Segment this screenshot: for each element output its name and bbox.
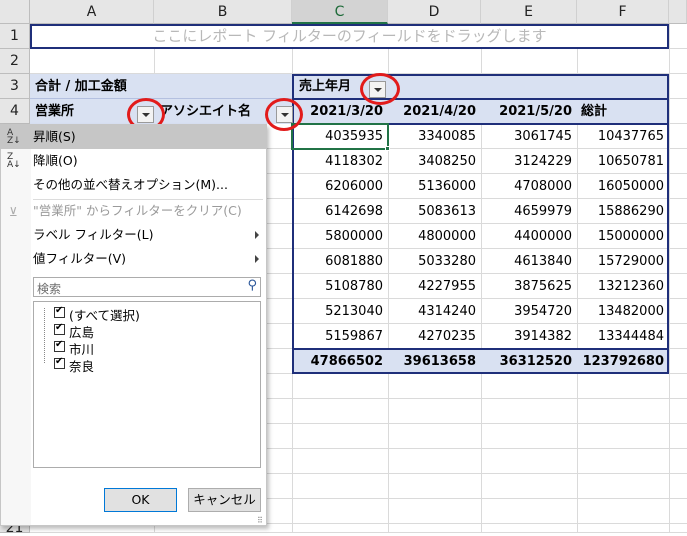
- pivot-col-header-total[interactable]: 総計: [577, 99, 669, 124]
- checkbox-checked-icon[interactable]: [54, 356, 65, 369]
- pivot-data-cell[interactable]: 13482000: [577, 299, 669, 324]
- more-sort-options-item[interactable]: その他の並べ替えオプション(M)...: [1, 173, 267, 197]
- pivot-data-cell[interactable]: 5800000: [292, 224, 388, 249]
- report-filter-drop-area[interactable]: ここにレポート フィルターのフィールドをドラッグします: [30, 24, 669, 49]
- row-header[interactable]: 4: [0, 99, 30, 124]
- label-filter-item[interactable]: ラベル フィルター(L): [1, 223, 267, 247]
- pivot-data-cell[interactable]: 15729000: [577, 249, 669, 274]
- checkbox-checked-icon[interactable]: [54, 305, 65, 318]
- column-header-f[interactable]: F: [577, 0, 669, 24]
- row-header[interactable]: 2: [0, 49, 30, 74]
- pivot-data-cell[interactable]: 10437765: [577, 124, 669, 149]
- fill-handle[interactable]: [385, 146, 390, 151]
- pivot-data-cell[interactable]: 6081880: [292, 249, 388, 274]
- pivot-data-cell[interactable]: 16050000: [577, 174, 669, 199]
- list-item[interactable]: 広島: [54, 322, 254, 340]
- pivot-data-cell[interactable]: 3340085: [388, 124, 481, 149]
- pivot-data-cell[interactable]: 3124229: [481, 149, 577, 174]
- pivot-data-cell[interactable]: 4314240: [388, 299, 481, 324]
- pivot-data-cell[interactable]: 4227955: [388, 274, 481, 299]
- search-input[interactable]: 検索 ⚲: [33, 277, 261, 297]
- pivot-data-cell[interactable]: 3061745: [481, 124, 577, 149]
- pivot-data-cell[interactable]: 13344484: [577, 324, 669, 349]
- row-header[interactable]: 1: [0, 24, 30, 49]
- pivot-data-cell[interactable]: 4659979: [481, 199, 577, 224]
- filter-dropdown-panel: 昇順(S) A Z↓ 降順(O) Z A↓ その他の並べ替えオプション(M)... …: [0, 124, 267, 526]
- checkbox-checked-icon[interactable]: [54, 322, 65, 335]
- pivot-data-cell[interactable]: 15000000: [577, 224, 669, 249]
- sort-descending-item[interactable]: 降順(O): [1, 149, 267, 173]
- pivot-data-cell[interactable]: 3875625: [481, 274, 577, 299]
- pivot-data-cell[interactable]: 13212360: [577, 274, 669, 299]
- pivot-data-cell[interactable]: 3408250: [388, 149, 481, 174]
- sort-ascending-item[interactable]: 昇順(S): [1, 125, 267, 149]
- resize-grip-icon[interactable]: ⠿: [257, 516, 263, 525]
- pivot-data-cell[interactable]: 4800000: [388, 224, 481, 249]
- list-item[interactable]: 奈良: [54, 356, 254, 374]
- column-header-g-partial[interactable]: [669, 0, 687, 24]
- annotation-circle: [360, 73, 400, 105]
- pivot-data-cell[interactable]: 3914382: [481, 324, 577, 349]
- sort-ascending-icon: A Z↓: [7, 128, 21, 146]
- pivot-data-cell[interactable]: 5136000: [388, 174, 481, 199]
- pivot-data-cell[interactable]: 5083613: [388, 199, 481, 224]
- annotation-circle: [265, 98, 303, 131]
- column-header-d[interactable]: D: [388, 0, 481, 24]
- pivot-data-cell[interactable]: 10650781: [577, 149, 669, 174]
- pivot-total-cell[interactable]: 47866502: [292, 349, 388, 374]
- search-icon[interactable]: ⚲: [247, 278, 257, 293]
- pivot-data-cell[interactable]: 4400000: [481, 224, 577, 249]
- pivot-data-cell[interactable]: 6206000: [292, 174, 388, 199]
- list-item-select-all[interactable]: (すべて選択): [54, 305, 254, 323]
- submenu-arrow-icon: [255, 231, 259, 239]
- column-header-c[interactable]: C: [292, 0, 388, 24]
- filter-item-list[interactable]: (すべて選択) 広島 市川 奈良: [33, 301, 261, 468]
- pivot-data-cell[interactable]: 5213040: [292, 299, 388, 324]
- sort-descending-icon: Z A↓: [7, 152, 21, 170]
- pivot-row-field2-label[interactable]: アソシエイト名: [160, 99, 282, 124]
- pivot-data-cell[interactable]: 5108780: [292, 274, 388, 299]
- pivot-data-cell[interactable]: 6142698: [292, 199, 388, 224]
- pivot-data-cell[interactable]: 3954720: [481, 299, 577, 324]
- submenu-arrow-icon: [255, 255, 259, 263]
- column-header-a[interactable]: A: [30, 0, 154, 24]
- pivot-value-label[interactable]: 合計 / 加工金額: [30, 74, 292, 99]
- pivot-data-cell[interactable]: 4118302: [292, 149, 388, 174]
- pivot-total-cell[interactable]: 36312520: [481, 349, 577, 374]
- pivot-total-cell[interactable]: 39613658: [388, 349, 481, 374]
- pivot-data-cell[interactable]: 4270235: [388, 324, 481, 349]
- pivot-row-field-label[interactable]: 営業所: [30, 99, 140, 124]
- value-filter-item[interactable]: 値フィルター(V): [1, 247, 267, 271]
- select-all-corner[interactable]: [0, 0, 30, 24]
- ok-button[interactable]: OK: [104, 488, 177, 512]
- list-item[interactable]: 市川: [54, 339, 254, 357]
- pivot-col-header[interactable]: 2021/5/20: [481, 99, 577, 124]
- row-header[interactable]: 3: [0, 74, 30, 99]
- pivot-data-cell[interactable]: 5033280: [388, 249, 481, 274]
- pivot-data-cell[interactable]: 15886290: [577, 199, 669, 224]
- pivot-col-header[interactable]: 2021/4/20: [388, 99, 481, 124]
- pivot-data-cell[interactable]: 5159867: [292, 324, 388, 349]
- column-header-e[interactable]: E: [481, 0, 577, 24]
- clear-filter-item[interactable]: "営業所" からフィルターをクリア(C): [1, 199, 267, 223]
- pivot-total-cell[interactable]: 123792680: [577, 349, 669, 374]
- column-header-b[interactable]: B: [154, 0, 292, 24]
- active-cell-c5[interactable]: [291, 123, 389, 150]
- pivot-data-cell[interactable]: 4613840: [481, 249, 577, 274]
- checkbox-checked-icon[interactable]: [54, 339, 65, 352]
- cancel-button[interactable]: キャンセル: [188, 488, 261, 512]
- clear-filter-icon: ⊻: [9, 205, 18, 219]
- pivot-data-cell[interactable]: 4708000: [481, 174, 577, 199]
